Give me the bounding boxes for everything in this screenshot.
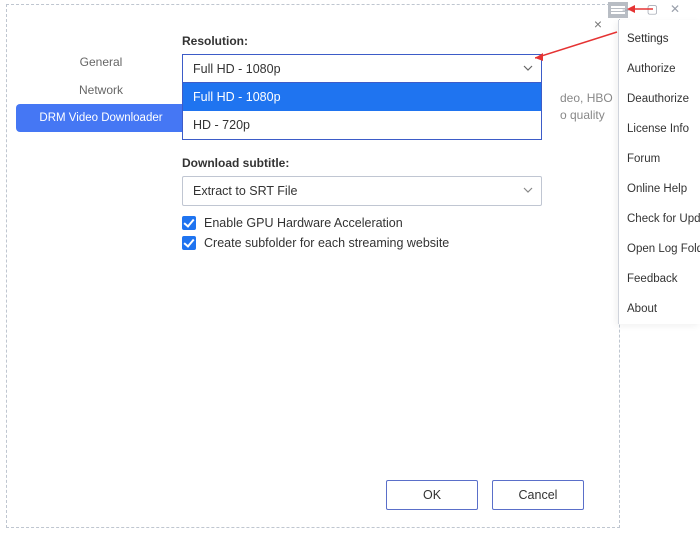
subfolder-checkbox-label: Create subfolder for each streaming webs… xyxy=(204,236,449,250)
maximize-icon[interactable]: ▢ xyxy=(647,2,658,16)
cancel-button[interactable]: Cancel xyxy=(492,480,584,510)
close-icon[interactable]: × xyxy=(594,16,602,32)
dialog-content: Resolution: Full HD - 1080p Full HD - 10… xyxy=(182,34,562,250)
subtitle-value: Extract to SRT File xyxy=(193,184,297,198)
menu-license[interactable]: License Info xyxy=(619,114,700,144)
minimize-icon[interactable]: — xyxy=(623,2,635,16)
chevron-down-icon xyxy=(523,184,533,198)
subfolder-checkbox-row: Create subfolder for each streaming webs… xyxy=(182,236,562,250)
menu-about[interactable]: About xyxy=(619,294,700,324)
app-menu: Settings Authorize Deauthorize License I… xyxy=(618,20,700,324)
menu-updates[interactable]: Check for Updates xyxy=(619,204,700,234)
settings-dialog: × General Network DRM Video Downloader R… xyxy=(6,4,620,528)
subfolder-checkbox[interactable] xyxy=(182,236,196,250)
menu-deauthorize[interactable]: Deauthorize xyxy=(619,84,700,114)
dialog-sidebar: General Network DRM Video Downloader xyxy=(16,48,186,132)
menu-authorize[interactable]: Authorize xyxy=(619,54,700,84)
window-close-icon[interactable]: ✕ xyxy=(670,2,680,16)
menu-feedback[interactable]: Feedback xyxy=(619,264,700,294)
resolution-dropdown: Full HD - 1080p HD - 720p xyxy=(182,83,542,140)
gpu-checkbox-label: Enable GPU Hardware Acceleration xyxy=(204,216,403,230)
subtitle-select[interactable]: Extract to SRT File xyxy=(182,176,542,206)
resolution-value: Full HD - 1080p xyxy=(193,62,281,76)
resolution-option-1080p[interactable]: Full HD - 1080p xyxy=(183,83,541,111)
menu-help[interactable]: Online Help xyxy=(619,174,700,204)
gpu-checkbox[interactable] xyxy=(182,216,196,230)
dialog-buttons: OK Cancel xyxy=(386,480,584,510)
gpu-checkbox-row: Enable GPU Hardware Acceleration xyxy=(182,216,562,230)
sidebar-item-general[interactable]: General xyxy=(16,48,186,76)
ok-button[interactable]: OK xyxy=(386,480,478,510)
resolution-option-720p[interactable]: HD - 720p xyxy=(183,111,541,139)
menu-settings[interactable]: Settings xyxy=(619,24,700,54)
subtitle-label: Download subtitle: xyxy=(182,156,562,170)
sidebar-item-network[interactable]: Network xyxy=(16,76,186,104)
menu-logfolder[interactable]: Open Log Folder xyxy=(619,234,700,264)
chevron-down-icon xyxy=(523,62,533,76)
window-controls: — ▢ ✕ xyxy=(623,2,680,16)
menu-forum[interactable]: Forum xyxy=(619,144,700,174)
sidebar-item-drm[interactable]: DRM Video Downloader xyxy=(16,104,186,132)
resolution-select[interactable]: Full HD - 1080p xyxy=(182,54,542,83)
background-text: deo, HBO o quality xyxy=(560,90,613,124)
resolution-label: Resolution: xyxy=(182,34,562,48)
